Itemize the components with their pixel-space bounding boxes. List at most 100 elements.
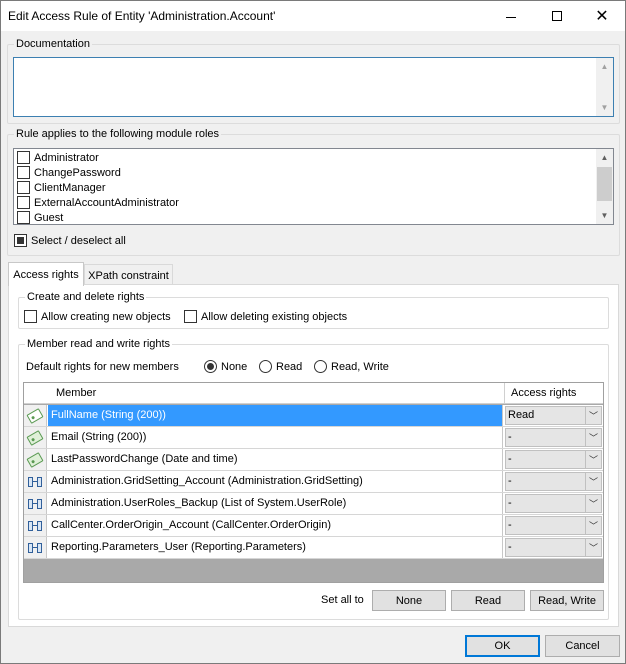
list-item[interactable]: ChangePassword [17, 165, 121, 180]
table-row[interactable]: Administration.UserRoles_Backup (List of… [24, 493, 603, 515]
table-row[interactable]: Email (String (200)) - ﹀ [24, 427, 603, 449]
row-header[interactable] [24, 405, 47, 426]
allow-delete-label: Allow deleting existing objects [201, 310, 348, 323]
row-header[interactable] [24, 449, 47, 470]
role-label: ExternalAccountAdministrator [34, 196, 179, 209]
tab-access-rights[interactable]: Access rights [8, 262, 84, 286]
default-read-radio[interactable]: Read [259, 360, 302, 373]
scroll-down-icon[interactable]: ▼ [596, 207, 613, 224]
access-cell[interactable]: - ﹀ [504, 471, 603, 492]
set-all-label: Set all to [321, 594, 364, 606]
role-checkbox[interactable] [17, 181, 30, 194]
chevron-down-icon[interactable]: ﹀ [585, 451, 601, 468]
list-item[interactable]: Guest [17, 210, 63, 225]
radio-button[interactable] [259, 360, 272, 373]
row-header[interactable] [24, 471, 47, 492]
list-item[interactable]: ExternalAccountAdministrator [17, 195, 179, 210]
documentation-label: Documentation [14, 38, 92, 51]
role-checkbox[interactable] [17, 151, 30, 164]
close-button[interactable]: ✕ [579, 1, 625, 31]
chevron-down-icon[interactable]: ﹀ [585, 539, 601, 556]
access-cell[interactable]: Read ﹀ [504, 405, 603, 426]
select-all-toggle[interactable]: Select / deselect all [14, 234, 126, 247]
access-rights-dropdown[interactable]: - ﹀ [505, 538, 602, 557]
table-row[interactable]: FullName (String (200)) Read ﹀ [24, 405, 603, 427]
role-label: ChangePassword [34, 166, 121, 179]
module-roles-label: Rule applies to the following module rol… [14, 128, 222, 141]
tab-xpath-constraint[interactable]: XPath constraint [84, 264, 173, 286]
grid-header: Member Access rights [24, 383, 603, 404]
access-rights-dropdown[interactable]: - ﹀ [505, 472, 602, 491]
scrollbar-thumb[interactable] [597, 167, 612, 201]
scroll-up-icon[interactable]: ▲ [596, 149, 613, 166]
column-header-access-rights[interactable]: Access rights [511, 383, 576, 404]
list-item[interactable]: Administrator [17, 150, 99, 165]
select-all-checkbox[interactable] [14, 234, 27, 247]
access-rights-dropdown[interactable]: - ﹀ [505, 494, 602, 513]
access-value: - [508, 431, 512, 443]
attribute-icon [26, 451, 44, 468]
tab-label: Access rights [13, 268, 79, 281]
set-all-read-button[interactable]: Read [451, 590, 525, 611]
allow-create-checkbox[interactable] [24, 310, 37, 323]
minimize-button[interactable] [488, 1, 534, 31]
member-cell[interactable]: LastPasswordChange (Date and time) [48, 449, 503, 470]
title-bar: Edit Access Rule of Entity 'Administrati… [1, 1, 625, 31]
access-cell[interactable]: - ﹀ [504, 427, 603, 448]
roles-scrollbar[interactable]: ▲ ▼ [596, 149, 613, 224]
list-item[interactable]: ClientManager [17, 180, 106, 195]
member-cell[interactable]: Email (String (200)) [48, 427, 503, 448]
table-row[interactable]: CallCenter.OrderOrigin_Account (CallCent… [24, 515, 603, 537]
access-cell[interactable]: - ﹀ [504, 515, 603, 536]
button-label: OK [494, 640, 511, 652]
radio-button[interactable] [314, 360, 327, 373]
chevron-down-icon[interactable]: ﹀ [585, 517, 601, 534]
access-rights-dropdown[interactable]: - ﹀ [505, 450, 602, 469]
allow-delete-checkbox[interactable] [184, 310, 197, 323]
access-cell[interactable]: - ﹀ [504, 537, 603, 558]
radio-button[interactable] [204, 360, 217, 373]
ok-button[interactable]: OK [465, 635, 540, 657]
maximize-button[interactable] [534, 1, 580, 31]
column-header-member[interactable]: Member [56, 383, 96, 404]
table-row[interactable]: Reporting.Parameters_User (Reporting.Par… [24, 537, 603, 559]
chevron-down-icon[interactable]: ﹀ [585, 495, 601, 512]
chevron-down-icon[interactable]: ﹀ [585, 473, 601, 490]
row-header[interactable] [24, 537, 47, 558]
chevron-down-icon[interactable]: ﹀ [585, 429, 601, 446]
window-title: Edit Access Rule of Entity 'Administrati… [8, 9, 276, 23]
row-header[interactable] [24, 515, 47, 536]
table-row[interactable]: Administration.GridSetting_Account (Admi… [24, 471, 603, 493]
role-label: ClientManager [34, 181, 106, 194]
access-cell[interactable]: - ﹀ [504, 493, 603, 514]
set-all-read-write-button[interactable]: Read, Write [530, 590, 604, 611]
documentation-scrollbar[interactable]: ▲ ▼ [596, 58, 613, 116]
default-read-write-radio[interactable]: Read, Write [314, 360, 389, 373]
role-checkbox[interactable] [17, 211, 30, 224]
default-none-radio[interactable]: None [204, 360, 247, 373]
allow-create-toggle[interactable]: Allow creating new objects [24, 310, 171, 323]
documentation-textarea[interactable]: ▲ ▼ [13, 57, 614, 117]
member-cell[interactable]: FullName (String (200)) [48, 405, 503, 426]
set-all-none-button[interactable]: None [372, 590, 446, 611]
access-rights-dropdown[interactable]: - ﹀ [505, 428, 602, 447]
row-header[interactable] [24, 493, 47, 514]
maximize-icon [552, 11, 562, 21]
role-checkbox[interactable] [17, 196, 30, 209]
member-cell[interactable]: Reporting.Parameters_User (Reporting.Par… [48, 537, 503, 558]
scroll-down-icon[interactable]: ▼ [596, 99, 613, 116]
access-rights-dropdown[interactable]: Read ﹀ [505, 406, 602, 425]
scroll-up-icon[interactable]: ▲ [596, 58, 613, 75]
row-header[interactable] [24, 427, 47, 448]
allow-delete-toggle[interactable]: Allow deleting existing objects [184, 310, 347, 323]
member-cell[interactable]: Administration.GridSetting_Account (Admi… [48, 471, 503, 492]
table-row[interactable]: LastPasswordChange (Date and time) - ﹀ [24, 449, 603, 471]
access-cell[interactable]: - ﹀ [504, 449, 603, 470]
chevron-down-icon[interactable]: ﹀ [585, 407, 601, 424]
attribute-icon [26, 407, 44, 424]
cancel-button[interactable]: Cancel [545, 635, 620, 657]
access-rights-dropdown[interactable]: - ﹀ [505, 516, 602, 535]
role-checkbox[interactable] [17, 166, 30, 179]
member-cell[interactable]: Administration.UserRoles_Backup (List of… [48, 493, 503, 514]
member-cell[interactable]: CallCenter.OrderOrigin_Account (CallCent… [48, 515, 503, 536]
